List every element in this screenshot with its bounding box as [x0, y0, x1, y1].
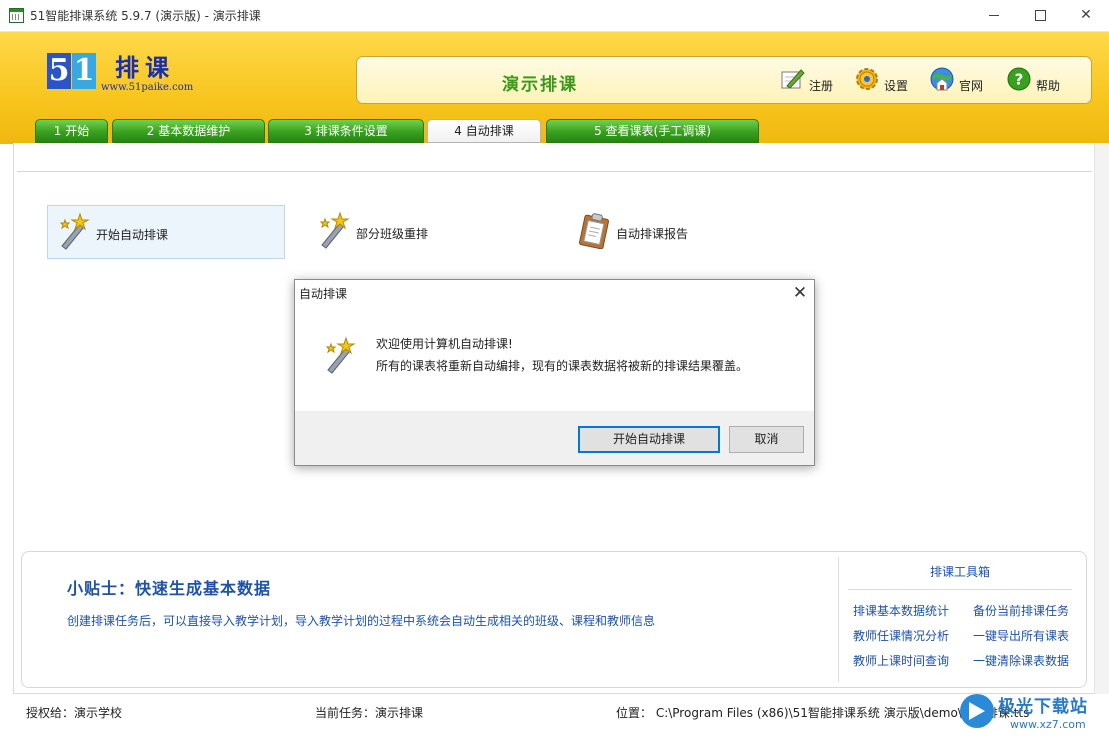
magic-wand-icon — [319, 211, 350, 249]
toolbox-link-teacher-analysis[interactable]: 教师任课情况分析 — [853, 627, 949, 644]
toolbox-link-backup-task[interactable]: 备份当前排课任务 — [973, 602, 1069, 619]
help-icon: ? — [1007, 67, 1031, 91]
close-icon: ✕ — [1080, 7, 1092, 23]
app-icon — [9, 8, 24, 23]
content-divider — [17, 171, 1092, 172]
start-auto-scheduling-label: 开始自动排课 — [96, 228, 169, 242]
watermark-url: www.xz7.com — [1010, 718, 1086, 731]
tip-text: 创建排课任务后，可以直接导入教学计划，导入教学计划的过程中系统会自动生成相关的班… — [67, 614, 656, 628]
status-licensed-to: 授权给：演示学校 — [26, 706, 123, 720]
dialog-close-button[interactable]: ✕ — [788, 282, 812, 304]
register-pen-icon — [781, 69, 805, 89]
cancel-button[interactable]: 取消 — [729, 426, 804, 453]
magic-wand-icon — [325, 336, 356, 374]
auto-scheduling-dialog: 自动排课 ✕ 欢迎使用计算机自动排课! 所有的课表将重新自动编排，现有的课表数据… — [294, 279, 815, 466]
tab-view-timetable[interactable]: 5 查看课表(手工调课) — [546, 119, 759, 143]
watermark: 极光下载站 www.xz7.com — [958, 688, 1108, 740]
register-label: 注册 — [809, 79, 834, 93]
title-bar: 51智能排课系统 5.9.7 (演示版) - 演示排课 ✕ — [0, 0, 1109, 32]
window-edge — [1094, 143, 1109, 694]
start-auto-scheduling-button[interactable]: 开始自动排课 — [578, 426, 720, 453]
toolbox-link-clear-timetable[interactable]: 一键清除课表数据 — [973, 652, 1069, 669]
toolbox-divider — [838, 557, 839, 682]
minimize-icon — [989, 14, 999, 16]
clipboard-icon — [579, 213, 609, 249]
dialog-title: 自动排课 — [299, 287, 348, 301]
tab-auto-scheduling[interactable]: 4 自动排课 — [427, 119, 541, 143]
settings-label: 设置 — [884, 79, 909, 93]
help-label: 帮助 — [1036, 79, 1061, 93]
logo-digit-5: 5 — [47, 53, 71, 89]
status-current-task: 当前任务：演示排课 — [315, 706, 424, 720]
partial-rearrange-action[interactable]: 部分班级重排 — [308, 205, 546, 259]
svg-text:?: ? — [1015, 71, 1024, 89]
tab-basic-data[interactable]: 2 基本数据维护 — [112, 119, 265, 143]
close-icon: ✕ — [792, 283, 808, 303]
logo-text: 排课 — [115, 53, 175, 82]
maximize-icon — [1034, 9, 1046, 21]
gear-icon — [856, 68, 878, 90]
dialog-message-line1: 欢迎使用计算机自动排课! — [376, 337, 513, 351]
auto-scheduling-report-label: 自动排课报告 — [616, 227, 689, 241]
window-title: 51智能排课系统 5.9.7 (演示版) - 演示排课 — [30, 9, 261, 23]
toolbox-title: 排课工具箱 — [848, 563, 1072, 590]
dialog-message-line2: 所有的课表将重新自动编排，现有的课表数据将被新的排课结果覆盖。 — [376, 359, 749, 373]
toolbox-link-data-statistics[interactable]: 排课基本数据统计 — [853, 602, 949, 619]
minimize-button[interactable] — [971, 0, 1017, 31]
watermark-text: 极光下载站 — [998, 697, 1088, 717]
watermark-logo-icon — [960, 694, 994, 728]
partial-rearrange-label: 部分班级重排 — [356, 227, 429, 241]
toolbox-link-export-timetables[interactable]: 一键导出所有课表 — [973, 627, 1069, 644]
maximize-button[interactable] — [1017, 0, 1063, 31]
magic-wand-icon — [59, 212, 90, 250]
logo-digit-1: 1 — [72, 53, 96, 89]
auto-scheduling-report-action[interactable]: 自动排课报告 — [568, 205, 806, 259]
banner-title: 演示排课 — [502, 75, 578, 95]
globe-home-icon — [930, 67, 954, 91]
tab-scheduling-conditions[interactable]: 3 排课条件设置 — [268, 119, 424, 143]
toolbox-link-teacher-time-query[interactable]: 教师上课时间查询 — [853, 652, 949, 669]
website-label: 官网 — [959, 79, 984, 93]
header-banner: 演示排课 注册 设置 官网 ? 帮助 — [356, 56, 1092, 104]
start-auto-scheduling-action[interactable]: 开始自动排课 — [47, 205, 285, 259]
tip-title: 小贴士：快速生成基本数据 — [67, 579, 272, 598]
logo-url: www.51paike.com — [101, 82, 194, 93]
close-button[interactable]: ✕ — [1063, 0, 1109, 31]
tab-start[interactable]: 1 开始 — [35, 119, 108, 143]
